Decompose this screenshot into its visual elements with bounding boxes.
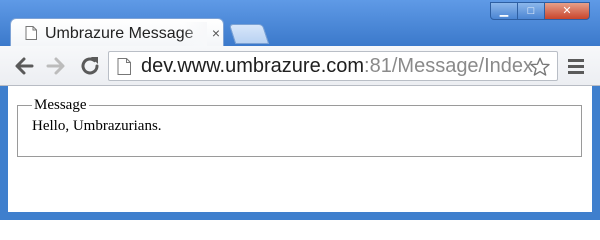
browser-window: Umbrazure Message × ▁ □ ✕ dev.www.umbraz… <box>0 0 600 220</box>
hamburger-menu-icon[interactable] <box>566 57 586 75</box>
close-window-button[interactable]: ✕ <box>544 2 590 20</box>
address-bar[interactable]: dev.www.umbrazure.com:81/Message/Index <box>108 51 558 81</box>
close-tab-button[interactable]: × <box>209 23 223 43</box>
tab-title-fade <box>183 22 207 46</box>
browser-toolbar: dev.www.umbrazure.com:81/Message/Index <box>0 46 600 86</box>
message-text: Hello, Umbrazurians. <box>32 118 162 134</box>
tab-title: Umbrazure Message <box>45 25 194 42</box>
reload-icon[interactable] <box>78 54 102 78</box>
url-host: dev.www.umbrazure.com <box>141 55 365 77</box>
page-icon <box>25 26 37 40</box>
new-tab-button[interactable] <box>228 24 270 44</box>
arrow-right-icon[interactable] <box>44 54 68 78</box>
page-viewport: Message Hello, Umbrazurians. <box>8 86 592 212</box>
star-icon[interactable] <box>529 56 551 78</box>
tab-active[interactable]: Umbrazure Message × <box>10 18 224 48</box>
message-fieldset: Message Hello, Umbrazurians. <box>17 97 582 157</box>
message-legend: Message <box>34 97 87 113</box>
page-icon <box>117 58 131 75</box>
maximize-button[interactable]: □ <box>517 2 545 20</box>
title-bar: Umbrazure Message × ▁ □ ✕ <box>0 0 600 48</box>
url-text[interactable]: dev.www.umbrazure.com:81/Message/Index <box>141 55 533 77</box>
url-path: :81/Message/Index <box>364 55 534 77</box>
minimize-button[interactable]: ▁ <box>490 2 518 20</box>
arrow-left-icon[interactable] <box>12 54 36 78</box>
